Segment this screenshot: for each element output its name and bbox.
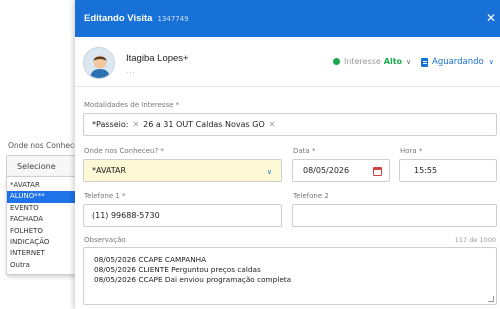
interest-selector[interactable]: Interesse Alto ∨: [333, 57, 411, 66]
onde-value: *AVATAR: [92, 166, 127, 175]
origin-option[interactable]: INTERNET: [7, 248, 75, 259]
origin-option[interactable]: *AVATAR: [7, 180, 75, 191]
modal-title: Editando Visita: [84, 13, 153, 24]
date-value: 08/05/2026: [303, 166, 350, 175]
chevron-down-icon: ∨: [488, 58, 494, 66]
avatar: [83, 47, 115, 79]
origin-option[interactable]: FACHADA: [7, 214, 75, 225]
person-icon: [84, 48, 114, 78]
interest-dot-icon: [333, 58, 340, 65]
date-field[interactable]: 08/05/2026: [292, 159, 390, 182]
origin-option-selected[interactable]: ALUNO***: [7, 191, 75, 203]
telefone1-field[interactable]: (11) 99688-5730: [83, 204, 282, 227]
modalidades-field[interactable]: *Passeio: ✕ 26 a 31 OUT Caldas Novas GO …: [83, 113, 497, 136]
modalidades-prefix: *Passeio:: [92, 120, 129, 129]
resize-handle-icon[interactable]: [488, 296, 494, 302]
origin-option[interactable]: Outra: [7, 260, 75, 271]
modalidades-tag: 26 a 31 OUT Caldas Novas GO: [143, 120, 265, 129]
observacao-line: 08/05/2026 CLIENTE Perguntou preços cald…: [94, 265, 261, 274]
origin-dropdown-label: Onde nos Conhece: [8, 141, 76, 150]
observacao-counter: 117 de 1000: [454, 236, 496, 244]
observacao-line: 08/05/2026 CCAPE CAMPANHA: [94, 255, 207, 264]
onde-label: Onde nos Conheceu? *: [84, 147, 164, 155]
origin-option[interactable]: FOLHETO: [7, 226, 75, 237]
page: Onde nos Conhece Selecione *AVATAR ALUNO…: [0, 0, 500, 309]
time-value: 15:55: [414, 166, 438, 175]
origin-dropdown-panel: Onde nos Conhece Selecione *AVATAR ALUNO…: [0, 140, 76, 276]
origin-option[interactable]: EVENTO: [7, 203, 75, 214]
edit-visit-modal: Editando Visita 1347749 ✕ Itagiba Lopes+…: [75, 0, 500, 309]
observacao-line: 08/05/2026 CCAPE Dai enviou programação …: [94, 275, 292, 284]
contact-row: Itagiba Lopes+ ... Interesse Alto ∨ Agua…: [75, 37, 500, 87]
observacao-textarea[interactable]: 08/05/2026 CCAPE CAMPANHA 08/05/2026 CLI…: [83, 247, 497, 305]
telefone1-value: (11) 99688-5730: [92, 211, 160, 220]
interest-value: Alto: [383, 57, 403, 66]
telefone1-label: Telefone 1 *: [84, 192, 126, 200]
calendar-icon[interactable]: [373, 167, 382, 176]
remove-tag-icon[interactable]: ✕: [269, 120, 276, 129]
onde-select[interactable]: *AVATAR ∨: [83, 159, 282, 182]
origin-option[interactable]: INDICAÇÃO: [7, 237, 75, 248]
chevron-down-icon: ∨: [406, 57, 412, 66]
observacao-label: Observação: [84, 236, 126, 244]
chevron-down-icon: ∨: [266, 168, 272, 176]
telefone2-field[interactable]: [292, 204, 497, 227]
remove-tag-icon[interactable]: ✕: [132, 120, 139, 129]
contact-name: Itagiba Lopes+: [126, 53, 189, 64]
hora-label: Hora *: [400, 147, 423, 155]
status-value: Aguardando: [432, 57, 484, 67]
origin-select[interactable]: Selecione: [6, 155, 76, 178]
interest-label: Interesse: [344, 57, 381, 66]
modalidades-label: Modalidades de Interesse *: [84, 101, 180, 109]
contact-subtitle: ...: [126, 67, 136, 75]
document-icon: [421, 57, 428, 67]
status-selector[interactable]: Aguardando ∨: [421, 57, 494, 67]
modal-header: Editando Visita 1347749 ✕: [75, 0, 500, 37]
visit-id: 1347749: [157, 14, 189, 23]
data-label: Data *: [293, 147, 316, 155]
telefone2-label: Telefone 2: [293, 192, 329, 200]
close-icon[interactable]: ✕: [486, 9, 500, 27]
origin-options-list: *AVATAR ALUNO*** EVENTO FACHADA FOLHETO …: [6, 176, 76, 276]
time-field[interactable]: 15:55: [399, 159, 497, 182]
